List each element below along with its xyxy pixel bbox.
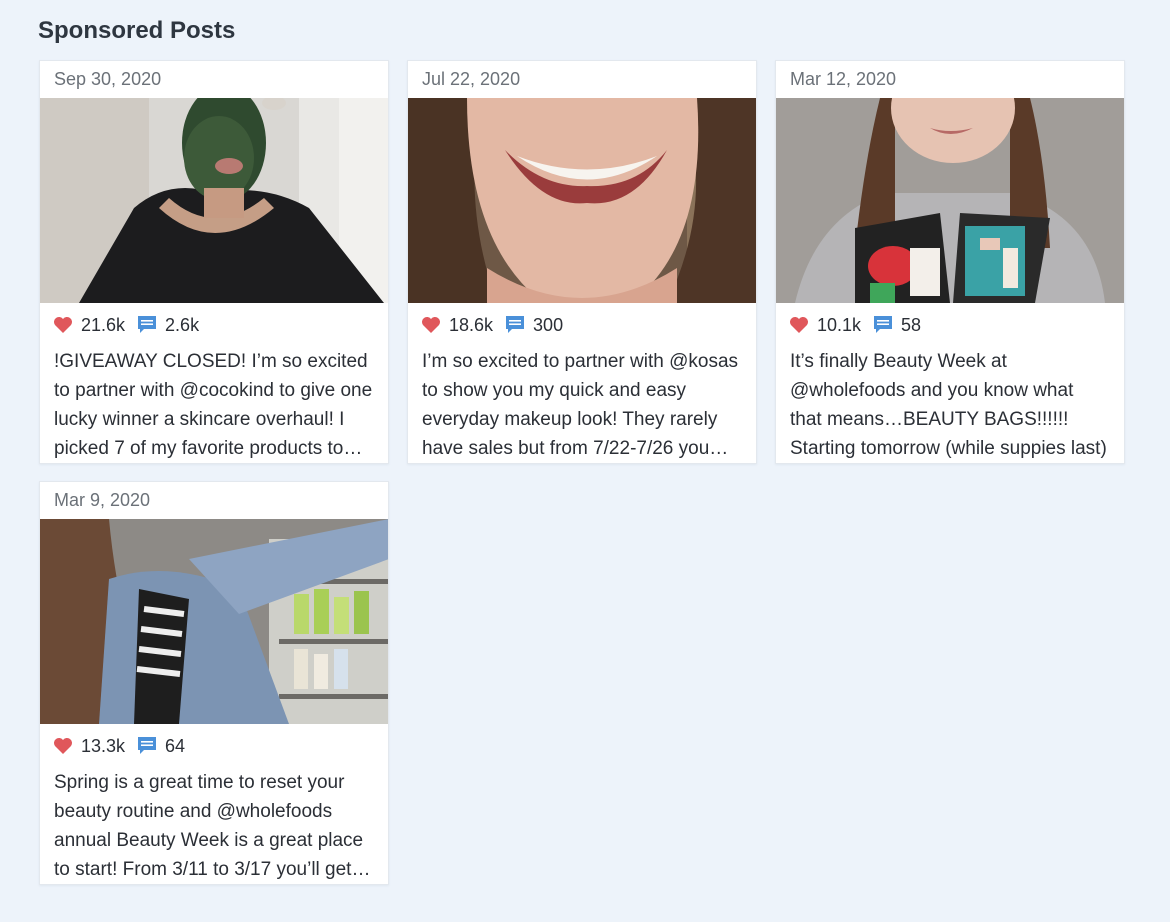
comments-count: 300 xyxy=(533,314,564,335)
post-card[interactable]: Mar 9, 2020 13.3k 64 Spring is a great t… xyxy=(39,481,389,885)
comments-count: 64 xyxy=(165,735,186,756)
post-card[interactable]: Mar 12, 2020 10.1k 58 It’s finally Beaut… xyxy=(775,60,1125,464)
post-caption: I’m so excited to partner with @kosas to… xyxy=(422,351,739,459)
likes-stat: 10.1k xyxy=(789,315,861,336)
comment-icon xyxy=(873,315,893,335)
comments-stat: 64 xyxy=(137,736,185,757)
sponsored-posts-section: Sponsored Posts Sep 30, 2020 21.6k 2.6k … xyxy=(0,0,1170,922)
post-date: Jul 22, 2020 xyxy=(422,69,521,89)
likes-stat: 13.3k xyxy=(53,736,125,757)
post-date: Sep 30, 2020 xyxy=(54,69,162,89)
post-date: Mar 12, 2020 xyxy=(790,69,897,89)
likes-count: 13.3k xyxy=(81,735,126,756)
section-title: Sponsored Posts xyxy=(38,17,236,44)
comment-icon xyxy=(505,315,525,335)
likes-count: 18.6k xyxy=(449,314,494,335)
post-card[interactable]: Jul 22, 2020 18.6k 300 I’m so excited to… xyxy=(407,60,757,464)
likes-count: 21.6k xyxy=(81,314,126,335)
post-image[interactable] xyxy=(776,98,1124,303)
likes-stat: 21.6k xyxy=(53,315,125,336)
likes-stat: 18.6k xyxy=(421,315,493,336)
post-date: Mar 9, 2020 xyxy=(54,490,151,510)
comment-icon xyxy=(137,315,157,335)
heart-icon xyxy=(53,737,73,755)
likes-count: 10.1k xyxy=(817,314,862,335)
comments-count: 2.6k xyxy=(165,314,200,335)
comment-icon xyxy=(137,736,157,756)
comments-count: 58 xyxy=(901,314,922,335)
post-image[interactable] xyxy=(40,98,388,303)
post-stats: 13.3k 64 xyxy=(40,724,388,768)
post-stats: 21.6k 2.6k xyxy=(40,303,388,347)
comments-stat: 58 xyxy=(873,315,921,336)
post-card[interactable]: Sep 30, 2020 21.6k 2.6k !GIVEAWAY CLOSED… xyxy=(39,60,389,464)
post-stats: 10.1k 58 xyxy=(776,303,1124,347)
heart-icon xyxy=(53,316,73,334)
post-stats: 18.6k 300 xyxy=(408,303,756,347)
comments-stat: 300 xyxy=(505,315,563,336)
post-caption: !GIVEAWAY CLOSED! I’m so excited to part… xyxy=(54,351,373,459)
post-image[interactable] xyxy=(408,98,756,303)
post-caption: It’s finally Beauty Week at @wholefoods … xyxy=(790,351,1107,459)
heart-icon xyxy=(421,316,441,334)
post-caption: Spring is a great time to reset your bea… xyxy=(54,772,364,880)
heart-icon xyxy=(789,316,809,334)
post-image[interactable] xyxy=(40,519,388,724)
comments-stat: 2.6k xyxy=(137,315,199,336)
